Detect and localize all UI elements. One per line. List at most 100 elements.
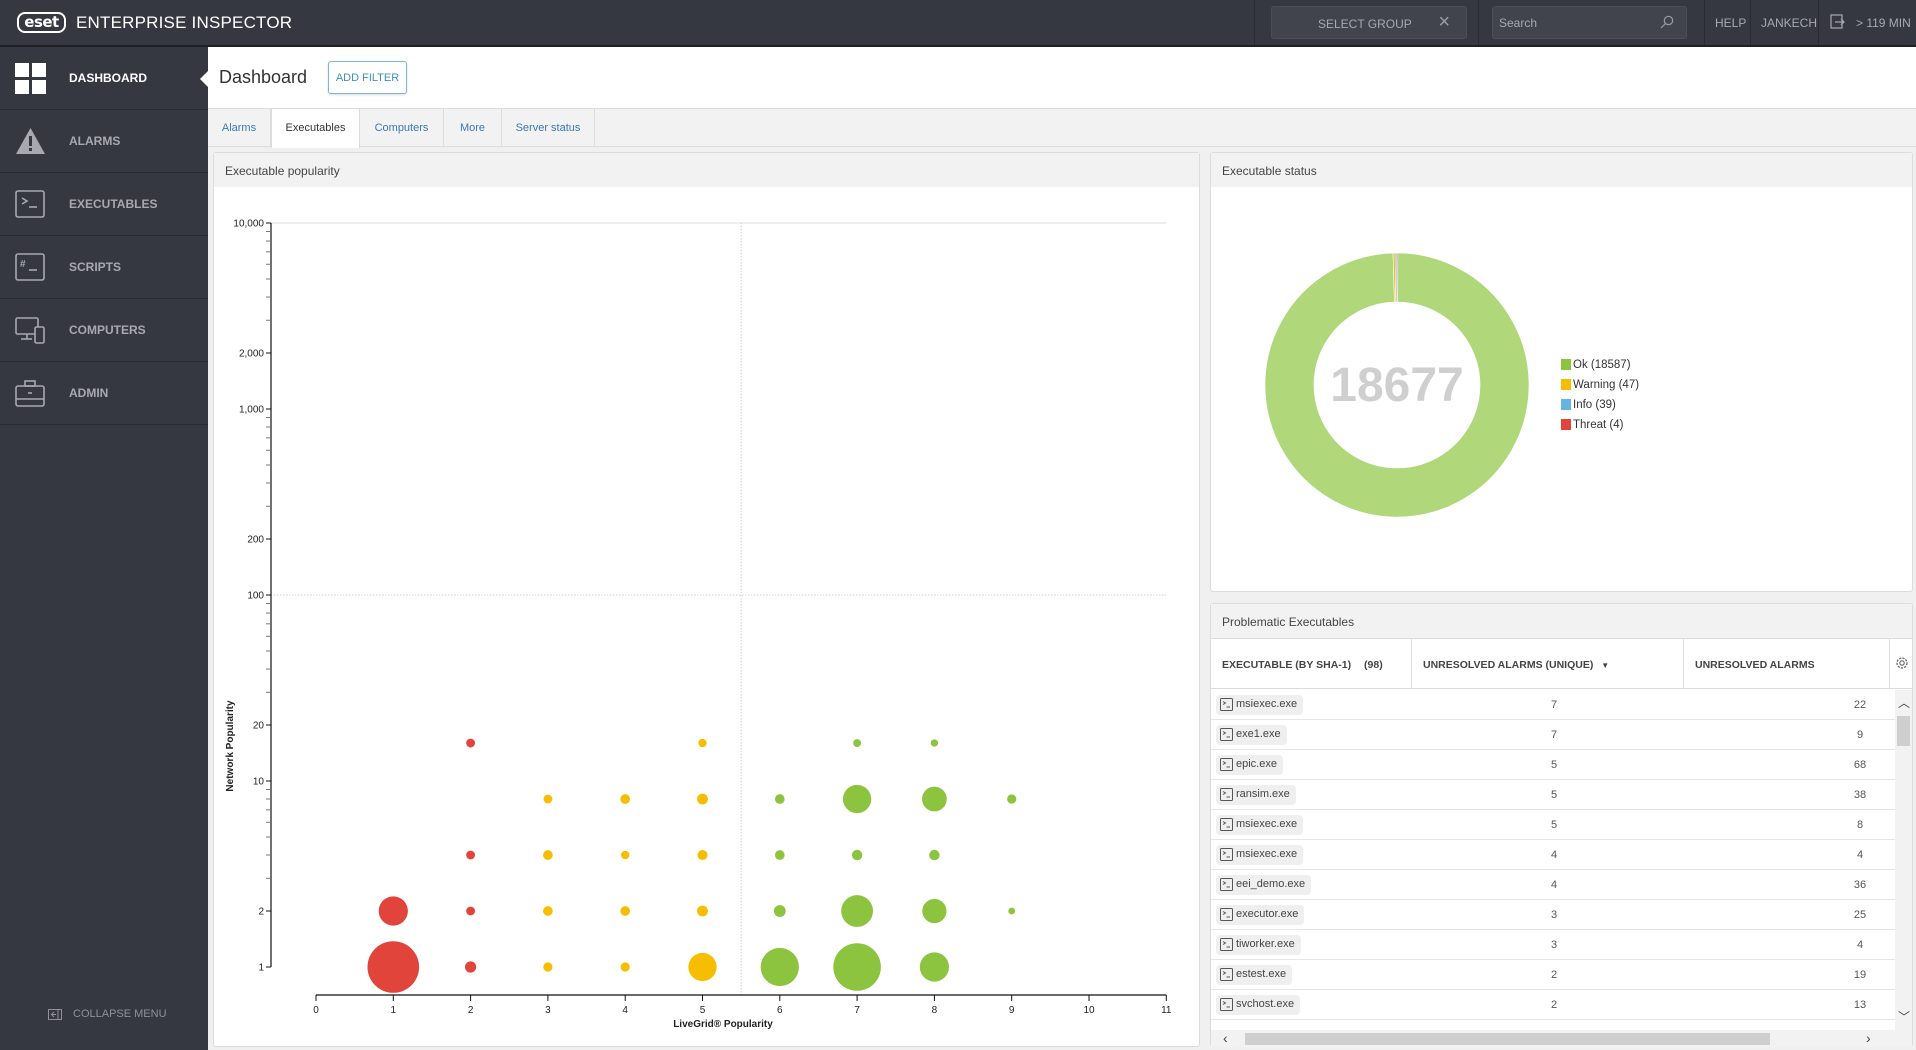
unresolved-unique-value: 2 (1550, 999, 1558, 1011)
bubble-point-ok[interactable] (833, 943, 881, 991)
legend-label[interactable]: Threat (4) (1573, 419, 1624, 431)
add-filter-button[interactable]: ADD FILTER (328, 61, 407, 94)
bubble-point-threat[interactable] (378, 896, 408, 926)
bubble-point-ok[interactable] (1008, 907, 1016, 915)
table-row[interactable]: msiexec.exe 5 8 (1211, 810, 1895, 840)
table-row[interactable]: exe1.exe 7 9 (1211, 720, 1895, 750)
bubble-point-warning[interactable] (543, 794, 553, 804)
help-link[interactable]: HELP (1715, 16, 1746, 30)
column-unresolved-unique[interactable]: UNRESOLVED ALARMS (UNIQUE) ▼ (1412, 639, 1684, 689)
executable-link[interactable]: exe1.exe (1216, 725, 1287, 745)
bubble-point-warning[interactable] (697, 849, 708, 861)
bubble-point-warning[interactable] (688, 952, 717, 982)
search-input[interactable] (1499, 13, 1649, 33)
bubble-point-threat[interactable] (367, 941, 420, 993)
bubble-point-ok[interactable] (1007, 794, 1017, 804)
gear-icon[interactable] (1895, 656, 1909, 670)
scrollbar-thumb[interactable] (1897, 716, 1910, 746)
bubble-point-warning[interactable] (697, 905, 708, 917)
executable-link[interactable]: msiexec.exe (1216, 845, 1304, 865)
unresolved-unique-value: 7 (1550, 729, 1558, 741)
table-row[interactable]: svchost.exe 2 13 (1211, 990, 1895, 1020)
table-row[interactable]: msiexec.exe 4 4 (1211, 840, 1895, 870)
bubble-point-ok[interactable] (841, 895, 874, 927)
sidebar-item-scripts[interactable]: # SCRIPTS (0, 236, 208, 299)
executable-link[interactable]: svchost.exe (1216, 995, 1301, 1015)
sidebar-item-admin[interactable]: ADMIN (0, 362, 208, 425)
sidebar-item-executables[interactable]: EXECUTABLES (0, 173, 208, 236)
bubble-point-ok[interactable] (919, 952, 949, 982)
sidebar-item-dashboard[interactable]: DASHBOARD (0, 47, 208, 110)
bubble-point-ok[interactable] (930, 739, 939, 747)
scroll-right-icon[interactable]: › (1866, 1030, 1871, 1046)
scroll-down-icon[interactable]: ﹀ (1898, 1008, 1910, 1025)
clear-icon[interactable]: × (1438, 11, 1450, 34)
bubble-point-ok[interactable] (851, 849, 863, 861)
bubble-point-warning[interactable] (697, 793, 708, 805)
tab-alarms[interactable]: Alarms (208, 109, 271, 147)
legend-label[interactable]: Info (39) (1573, 399, 1616, 411)
bubble-point-threat[interactable] (466, 738, 476, 748)
bubble-point-warning[interactable] (543, 906, 553, 916)
tab-server-status[interactable]: Server status (502, 109, 595, 147)
logout-icon[interactable] (1830, 14, 1845, 29)
scroll-up-icon[interactable]: ︿ (1898, 694, 1910, 711)
table-row[interactable]: tiworker.exe 3 4 (1211, 930, 1895, 960)
bubble-point-ok[interactable] (774, 794, 785, 804)
collapse-menu-button[interactable]: COLLAPSE MENU (48, 1008, 167, 1020)
bubble-point-ok[interactable] (853, 739, 862, 747)
panel-title: Problematic Executables (1211, 604, 1912, 638)
donut-slice-threat[interactable] (1396, 252, 1399, 303)
bubble-point-ok[interactable] (929, 849, 940, 861)
bubble-point-warning[interactable] (620, 906, 631, 916)
executable-link[interactable]: estest.exe (1216, 965, 1293, 985)
executable-link[interactable]: tiworker.exe (1216, 935, 1301, 955)
horizontal-scrollbar[interactable]: ‹ › (1211, 1030, 1912, 1047)
bubble-point-ok[interactable] (760, 947, 799, 987)
table-row[interactable]: eei_demo.exe 4 36 (1211, 870, 1895, 900)
executable-link[interactable]: eei_demo.exe (1216, 875, 1312, 895)
bubble-point-ok[interactable] (842, 784, 872, 814)
table-row[interactable]: epic.exe 5 68 (1211, 750, 1895, 780)
bubble-point-ok[interactable] (774, 850, 785, 860)
executable-link[interactable]: ransim.exe (1216, 785, 1296, 805)
bubble-point-threat[interactable] (466, 850, 476, 860)
bubble-point-ok[interactable] (922, 898, 947, 924)
user-menu[interactable]: JANKECH (1761, 16, 1817, 30)
search-box[interactable] (1492, 6, 1687, 39)
tab-executables[interactable]: Executables (271, 109, 360, 148)
legend-label[interactable]: Ok (18587) (1573, 359, 1631, 371)
table-row[interactable]: estest.exe 2 19 (1211, 960, 1895, 990)
executable-link[interactable]: msiexec.exe (1216, 815, 1304, 835)
column-unresolved-alarms[interactable]: UNRESOLVED ALARMS (1684, 639, 1890, 689)
scroll-left-icon[interactable]: ‹ (1223, 1030, 1228, 1046)
executable-link[interactable]: executor.exe (1216, 905, 1305, 925)
bubble-point-warning[interactable] (543, 962, 553, 972)
bubble-point-threat[interactable] (466, 906, 476, 916)
sidebar-item-alarms[interactable]: ALARMS (0, 110, 208, 173)
bubble-point-warning[interactable] (698, 738, 707, 748)
table-row[interactable]: ransim.exe 5 38 (1211, 780, 1895, 810)
y-tick-label: 2,000 (239, 349, 264, 360)
column-executable[interactable]: EXECUTABLE (BY SHA-1) (98) (1211, 639, 1412, 689)
bubble-point-warning[interactable] (620, 962, 630, 972)
scrollbar-thumb[interactable] (1245, 1033, 1770, 1045)
tab-computers[interactable]: Computers (360, 109, 444, 147)
table-row[interactable]: msiexec.exe 7 22 (1211, 690, 1895, 720)
bubble-point-warning[interactable] (543, 850, 553, 860)
bubble-point-warning[interactable] (621, 850, 630, 860)
executable-link[interactable]: msiexec.exe (1216, 695, 1304, 715)
tab-more[interactable]: More (444, 109, 502, 147)
vertical-scrollbar[interactable]: ︿ ﹀ (1895, 690, 1912, 1030)
legend-label[interactable]: Warning (47) (1573, 379, 1639, 391)
executable-link[interactable]: epic.exe (1216, 755, 1283, 775)
bubble-point-threat[interactable] (465, 961, 477, 973)
search-icon[interactable] (1660, 15, 1674, 29)
select-group-dropdown[interactable]: SELECT GROUP × (1271, 6, 1467, 39)
bubble-point-ok[interactable] (922, 786, 947, 812)
eset-logo[interactable]: eset ENTERPRISE INSPECTOR (17, 12, 292, 33)
table-row[interactable]: executor.exe 3 25 (1211, 900, 1895, 930)
bubble-point-ok[interactable] (773, 905, 786, 917)
bubble-point-warning[interactable] (620, 794, 631, 804)
sidebar-item-computers[interactable]: COMPUTERS (0, 299, 208, 362)
